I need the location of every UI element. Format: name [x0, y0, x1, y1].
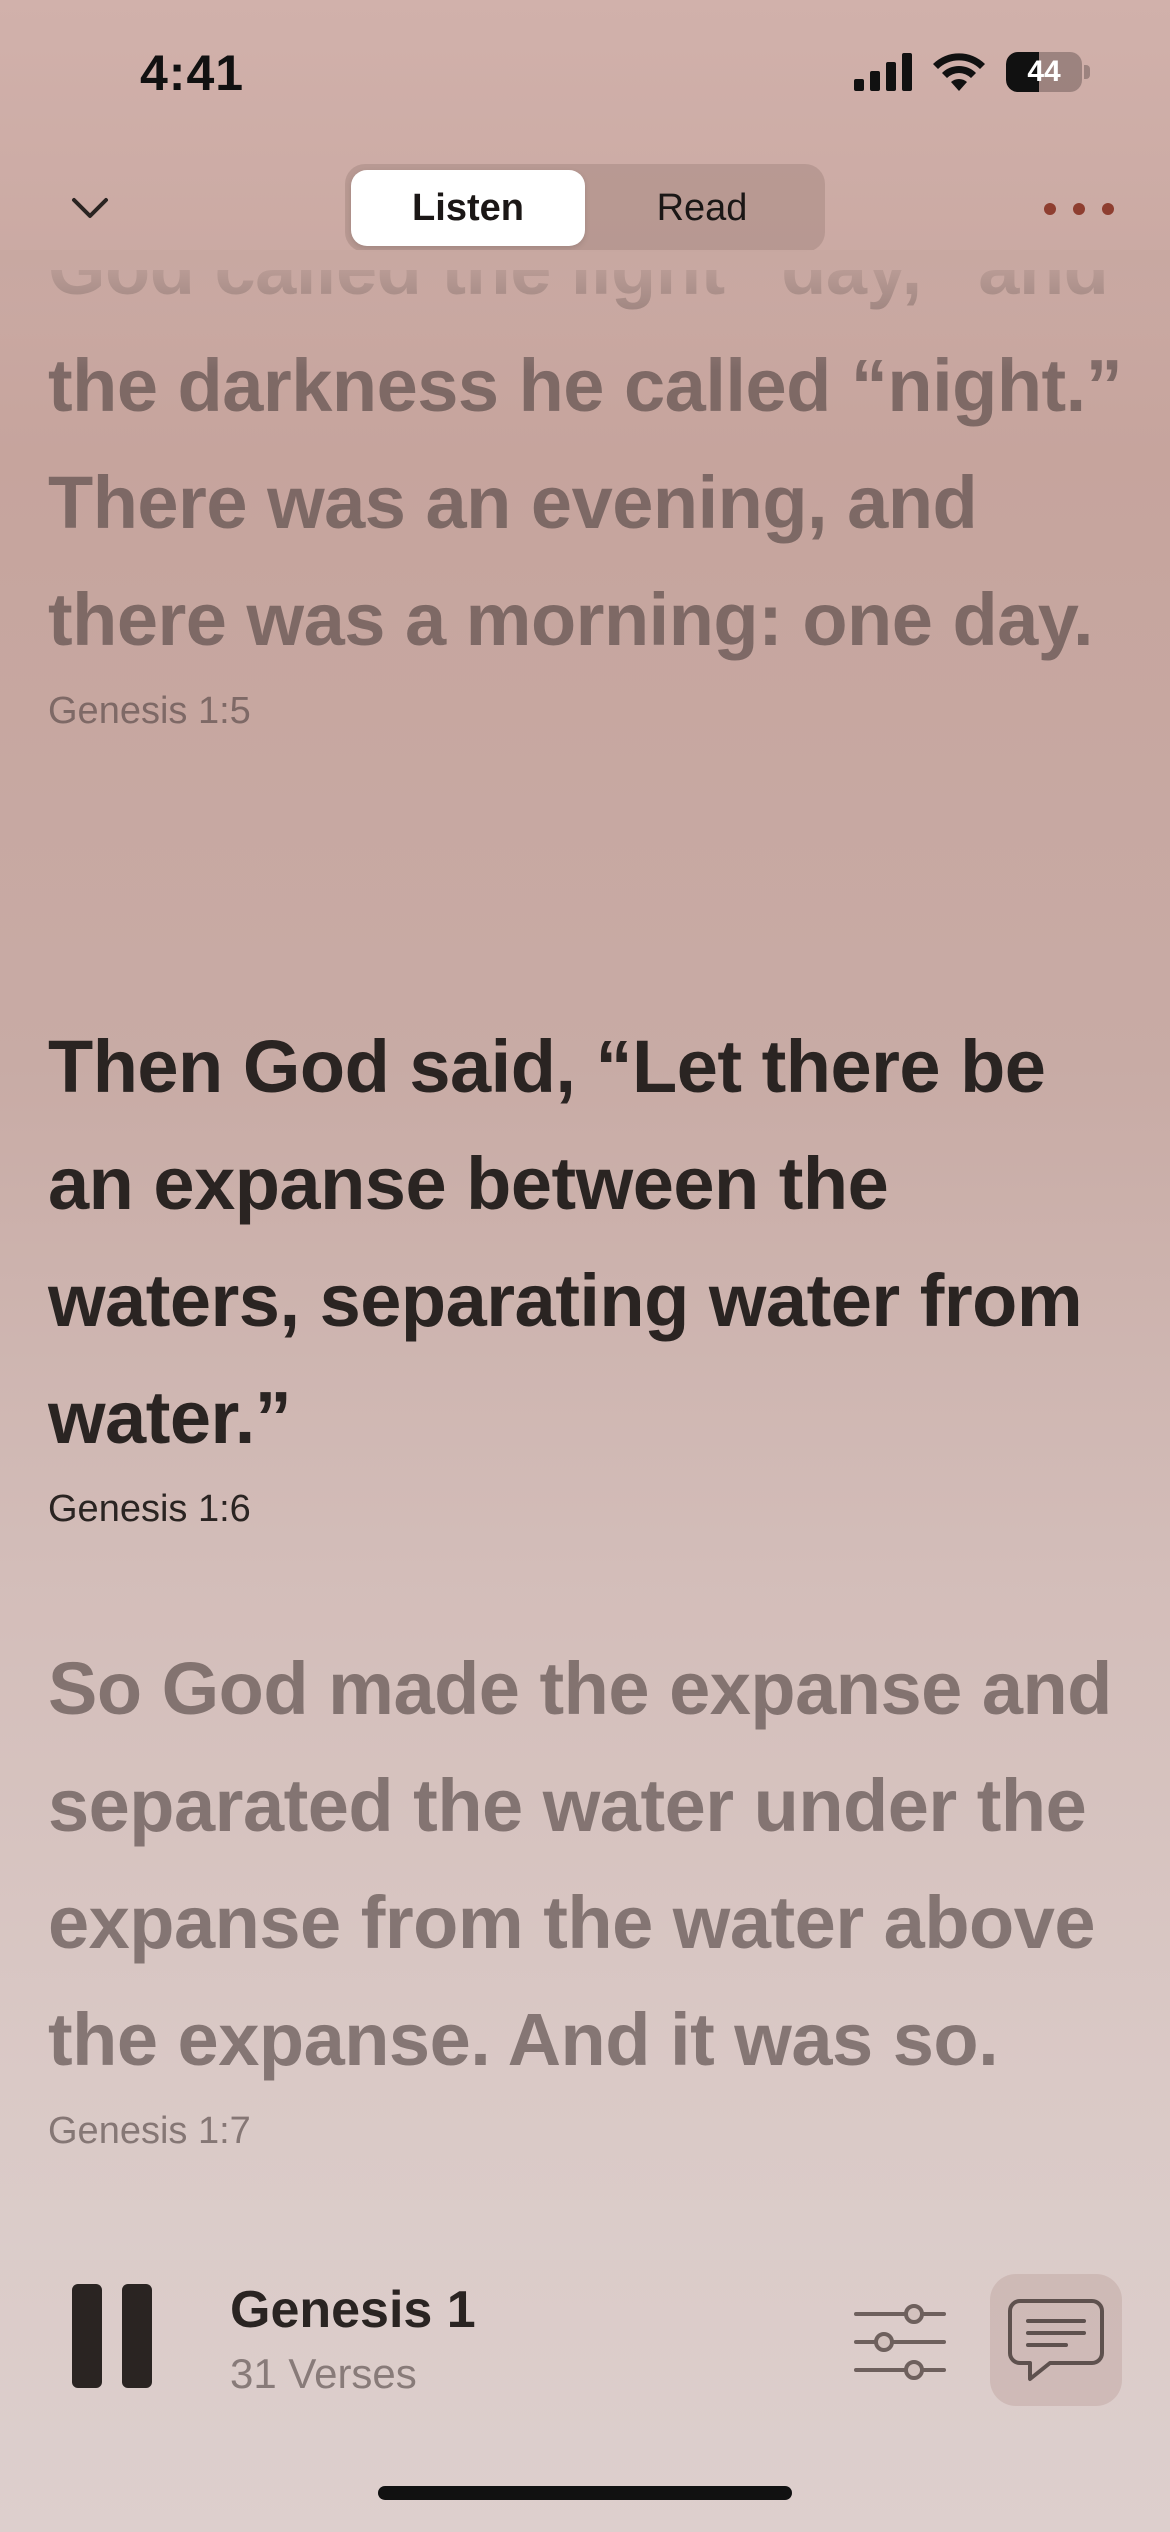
status-bar: 4:41 44: [0, 0, 1170, 150]
chevron-down-icon: [72, 198, 108, 218]
sliders-icon: [854, 2304, 946, 2380]
wifi-icon: [933, 53, 985, 91]
audio-settings-button[interactable]: [850, 2300, 950, 2384]
verse-item[interactable]: So God made the expanse and separated th…: [48, 1630, 1128, 2156]
chat-button[interactable]: [990, 2274, 1122, 2406]
battery-icon: 44: [1006, 52, 1090, 92]
verse-text: So God made the expanse and separated th…: [48, 1647, 1112, 2081]
home-indicator[interactable]: [378, 2486, 792, 2500]
verse-reference: Genesis 1:5: [48, 690, 251, 732]
chat-bubble-icon: [1008, 2299, 1104, 2381]
verse-reference: Genesis 1:7: [48, 2110, 251, 2152]
verse-list[interactable]: God called the light “day,” and the dark…: [0, 270, 1170, 2240]
verse-item-current[interactable]: Then God said, “Let there be an expanse …: [48, 1008, 1128, 1534]
more-dots-icon: [1044, 203, 1056, 215]
pause-button[interactable]: [72, 2284, 152, 2394]
audio-player: Genesis 1 31 Verses: [0, 2250, 1170, 2430]
more-options-button[interactable]: [1044, 184, 1114, 234]
tab-listen[interactable]: Listen: [351, 170, 585, 246]
listen-read-toggle: Listen Read: [345, 164, 825, 252]
status-icons: 44: [854, 52, 1090, 92]
verse-item[interactable]: God called the light “day,” and the dark…: [48, 270, 1128, 736]
verse-text: Then God said, “Let there be an expanse …: [48, 1025, 1083, 1459]
cellular-signal-icon: [854, 53, 912, 91]
now-playing-title: Genesis 1: [230, 2281, 476, 2339]
collapse-button[interactable]: [60, 178, 120, 238]
verse-text: God called the light “day,” and the dark…: [48, 270, 1123, 661]
tab-read[interactable]: Read: [585, 170, 819, 246]
now-playing-subtitle: 31 Verses: [230, 2350, 417, 2397]
top-nav: Listen Read: [0, 160, 1170, 254]
pause-icon: [72, 2284, 102, 2388]
battery-level: 44: [1027, 55, 1061, 88]
status-time: 4:41: [140, 45, 245, 101]
verse-reference: Genesis 1:6: [48, 1488, 251, 1530]
